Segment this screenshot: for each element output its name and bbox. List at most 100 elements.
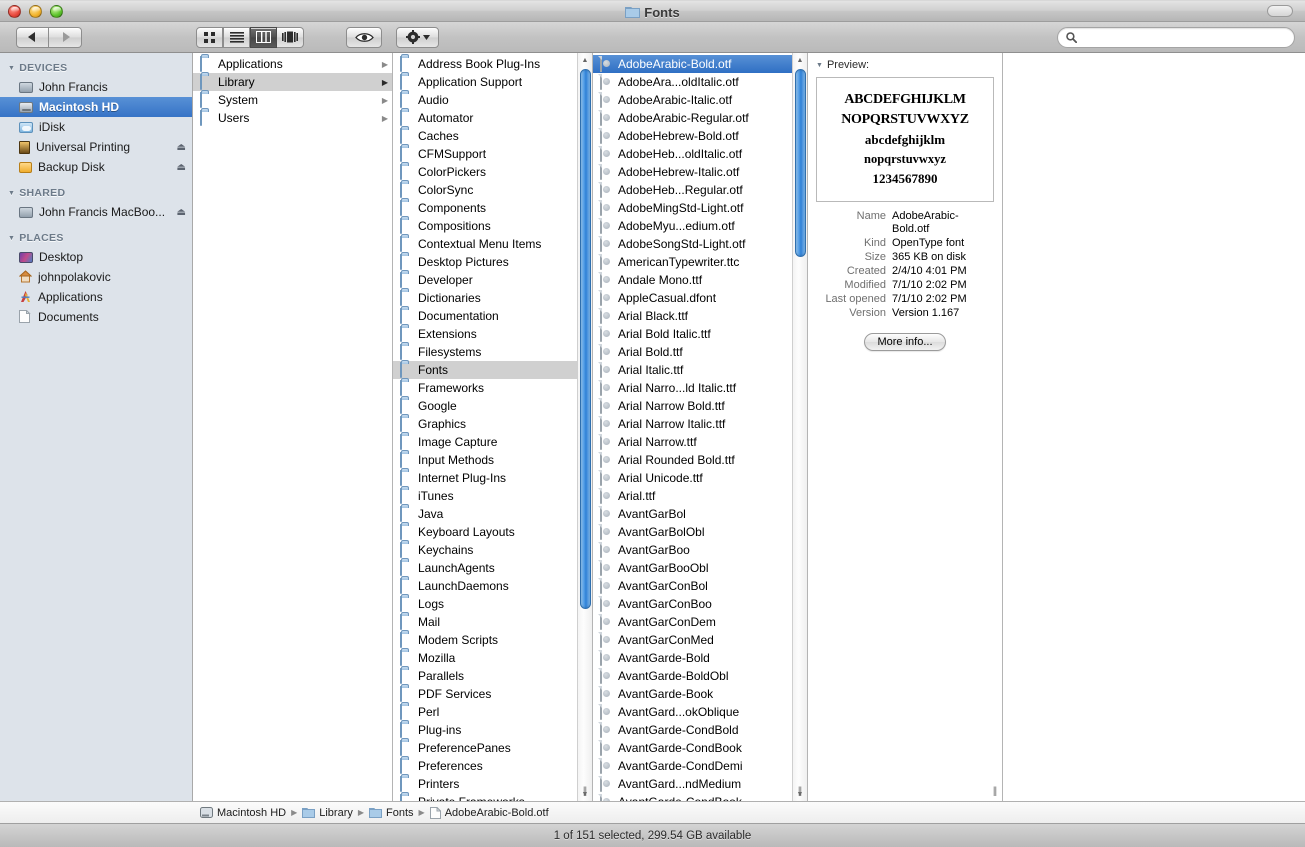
column-item-extensions[interactable]: Extensions▶ xyxy=(393,325,592,343)
breadcrumb-item[interactable]: Fonts xyxy=(369,807,414,819)
column-item-printers[interactable]: Printers▶ xyxy=(393,775,592,793)
column-item-arial-black-ttf[interactable]: Arial Black.ttf xyxy=(593,307,807,325)
column-item-adobehebrew-italic-otf[interactable]: AdobeHebrew-Italic.otf xyxy=(593,163,807,181)
column-item-avantgarconmed[interactable]: AvantGarConMed xyxy=(593,631,807,649)
column-item-mail[interactable]: Mail▶ xyxy=(393,613,592,631)
column-item-arial-bold-italic-ttf[interactable]: Arial Bold Italic.ttf xyxy=(593,325,807,343)
column-item-avantgard-ndmedium[interactable]: AvantGard...ndMedium xyxy=(593,775,807,793)
column-item-launchagents[interactable]: LaunchAgents▶ xyxy=(393,559,592,577)
column-item-image-capture[interactable]: Image Capture▶ xyxy=(393,433,592,451)
column-item-avantgarbolobl[interactable]: AvantGarBolObl xyxy=(593,523,807,541)
column-item-preferencepanes[interactable]: PreferencePanes▶ xyxy=(393,739,592,757)
column-view-button[interactable] xyxy=(250,27,277,48)
eject-icon[interactable]: ⏏ xyxy=(177,142,186,153)
column-item-adobeara-olditalic-otf[interactable]: AdobeAra...oldItalic.otf xyxy=(593,73,807,91)
action-menu-button[interactable] xyxy=(396,27,439,48)
column-item-adobemingstd-light-otf[interactable]: AdobeMingStd-Light.otf xyxy=(593,199,807,217)
column-item-logs[interactable]: Logs▶ xyxy=(393,595,592,613)
column-item-arial-rounded-bold-ttf[interactable]: Arial Rounded Bold.ttf xyxy=(593,451,807,469)
column-resize-handle[interactable]: || xyxy=(792,783,807,799)
column-scrollbar[interactable]: ▲ ▼ xyxy=(792,53,807,801)
column-item-cfmsupport[interactable]: CFMSupport▶ xyxy=(393,145,592,163)
column-item-avantgarcondem[interactable]: AvantGarConDem xyxy=(593,613,807,631)
column-item-java[interactable]: Java▶ xyxy=(393,505,592,523)
column-item-arial-ttf[interactable]: Arial.ttf xyxy=(593,487,807,505)
list-view-button[interactable] xyxy=(223,27,250,48)
column-item-avantgarde-boldobl[interactable]: AvantGarde-BoldObl xyxy=(593,667,807,685)
column-item-avantgarconboo[interactable]: AvantGarConBoo xyxy=(593,595,807,613)
scroll-up-icon[interactable]: ▲ xyxy=(578,53,592,67)
column-item-library[interactable]: Library ▶ xyxy=(193,73,392,91)
toolbar-toggle-button[interactable] xyxy=(1267,5,1293,17)
column-item-adobesongstd-light-otf[interactable]: AdobeSongStd-Light.otf xyxy=(593,235,807,253)
sidebar-item-universal-printing[interactable]: Universal Printing ⏏ xyxy=(0,137,192,157)
column-item-arial-bold-ttf[interactable]: Arial Bold.ttf xyxy=(593,343,807,361)
search-field[interactable] xyxy=(1057,27,1295,48)
column-scrollbar[interactable]: ▲ ▼ xyxy=(577,53,592,801)
column-resize-handle[interactable]: || xyxy=(987,783,1002,799)
column-item-compositions[interactable]: Compositions▶ xyxy=(393,217,592,235)
sidebar-item-documents[interactable]: Documents xyxy=(0,307,192,327)
column-item-adobeheb-regular-otf[interactable]: AdobeHeb...Regular.otf xyxy=(593,181,807,199)
column-item-avantgarconbol[interactable]: AvantGarConBol xyxy=(593,577,807,595)
sidebar-section-devices[interactable]: ▼ DEVICES xyxy=(0,59,192,77)
breadcrumb-item[interactable]: Macintosh HD xyxy=(200,807,286,819)
more-info-button[interactable]: More info... xyxy=(864,333,945,351)
icon-view-button[interactable] xyxy=(196,27,223,48)
column-item-adobearabic-bold-otf[interactable]: AdobeArabic-Bold.otf xyxy=(593,55,807,73)
column-item-avantgarde-condbook[interactable]: AvantGarde-CondBook xyxy=(593,793,807,801)
column-item-perl[interactable]: Perl▶ xyxy=(393,703,592,721)
sidebar-section-places[interactable]: ▼ PLACES xyxy=(0,229,192,247)
column-item-arial-unicode-ttf[interactable]: Arial Unicode.ttf xyxy=(593,469,807,487)
search-input[interactable] xyxy=(1081,32,1286,44)
column-item-avantgarde-condbook[interactable]: AvantGarde-CondBook xyxy=(593,739,807,757)
column-item-fonts[interactable]: Fonts▶ xyxy=(393,361,592,379)
column-item-plug-ins[interactable]: Plug-ins▶ xyxy=(393,721,592,739)
column-item-filesystems[interactable]: Filesystems▶ xyxy=(393,343,592,361)
column-item-arial-italic-ttf[interactable]: Arial Italic.ttf xyxy=(593,361,807,379)
column-item-components[interactable]: Components▶ xyxy=(393,199,592,217)
sidebar-section-shared[interactable]: ▼ SHARED xyxy=(0,184,192,202)
coverflow-view-button[interactable] xyxy=(277,27,304,48)
sidebar-item-john-francis-macbook[interactable]: John Francis MacBoo... ⏏ xyxy=(0,202,192,222)
column-item-application-support[interactable]: Application Support▶ xyxy=(393,73,592,91)
scrollbar-thumb[interactable] xyxy=(795,69,806,257)
column-item-automator[interactable]: Automator▶ xyxy=(393,109,592,127)
column-item-avantgard-okoblique[interactable]: AvantGard...okOblique xyxy=(593,703,807,721)
column-item-colorpickers[interactable]: ColorPickers▶ xyxy=(393,163,592,181)
column-item-frameworks[interactable]: Frameworks▶ xyxy=(393,379,592,397)
column-item-google[interactable]: Google▶ xyxy=(393,397,592,415)
eject-icon[interactable]: ⏏ xyxy=(177,162,186,173)
column-item-audio[interactable]: Audio▶ xyxy=(393,91,592,109)
column-resize-handle[interactable]: || xyxy=(577,783,592,799)
column-item-avantgarde-bold[interactable]: AvantGarde-Bold xyxy=(593,649,807,667)
back-button[interactable] xyxy=(16,27,49,48)
column-item-arial-narrow-ttf[interactable]: Arial Narrow.ttf xyxy=(593,433,807,451)
preview-header[interactable]: ▼ Preview: xyxy=(816,59,994,71)
sidebar-item-applications[interactable]: Applications xyxy=(0,287,192,307)
column-item-address-book-plug-ins[interactable]: Address Book Plug-Ins▶ xyxy=(393,55,592,73)
column-item-arial-narrow-italic-ttf[interactable]: Arial Narrow Italic.ttf xyxy=(593,415,807,433)
eject-icon[interactable]: ⏏ xyxy=(177,207,186,218)
scrollbar-thumb[interactable] xyxy=(580,69,591,609)
column-item-dictionaries[interactable]: Dictionaries▶ xyxy=(393,289,592,307)
column-item-adobeheb-olditalic-otf[interactable]: AdobeHeb...oldItalic.otf xyxy=(593,145,807,163)
column-item-keyboard-layouts[interactable]: Keyboard Layouts▶ xyxy=(393,523,592,541)
column-item-arial-narro-ld-italic-ttf[interactable]: Arial Narro...ld Italic.ttf xyxy=(593,379,807,397)
column-item-graphics[interactable]: Graphics▶ xyxy=(393,415,592,433)
column-item-andale-mono-ttf[interactable]: Andale Mono.ttf xyxy=(593,271,807,289)
quick-look-button[interactable] xyxy=(346,27,382,48)
column-item-avantgarde-book[interactable]: AvantGarde-Book xyxy=(593,685,807,703)
column-item-users[interactable]: Users ▶ xyxy=(193,109,392,127)
column-item-applications[interactable]: Applications ▶ xyxy=(193,55,392,73)
column-item-adobehebrew-bold-otf[interactable]: AdobeHebrew-Bold.otf xyxy=(593,127,807,145)
column-item-internet-plug-ins[interactable]: Internet Plug-Ins▶ xyxy=(393,469,592,487)
column-item-desktop-pictures[interactable]: Desktop Pictures▶ xyxy=(393,253,592,271)
column-item-mozilla[interactable]: Mozilla▶ xyxy=(393,649,592,667)
sidebar-item-macintosh-hd[interactable]: Macintosh HD xyxy=(0,97,192,117)
column-item-parallels[interactable]: Parallels▶ xyxy=(393,667,592,685)
sidebar-item-john-francis[interactable]: John Francis xyxy=(0,77,192,97)
column-item-caches[interactable]: Caches▶ xyxy=(393,127,592,145)
column-item-avantgarbooobl[interactable]: AvantGarBooObl xyxy=(593,559,807,577)
column-item-adobearabic-regular-otf[interactable]: AdobeArabic-Regular.otf xyxy=(593,109,807,127)
